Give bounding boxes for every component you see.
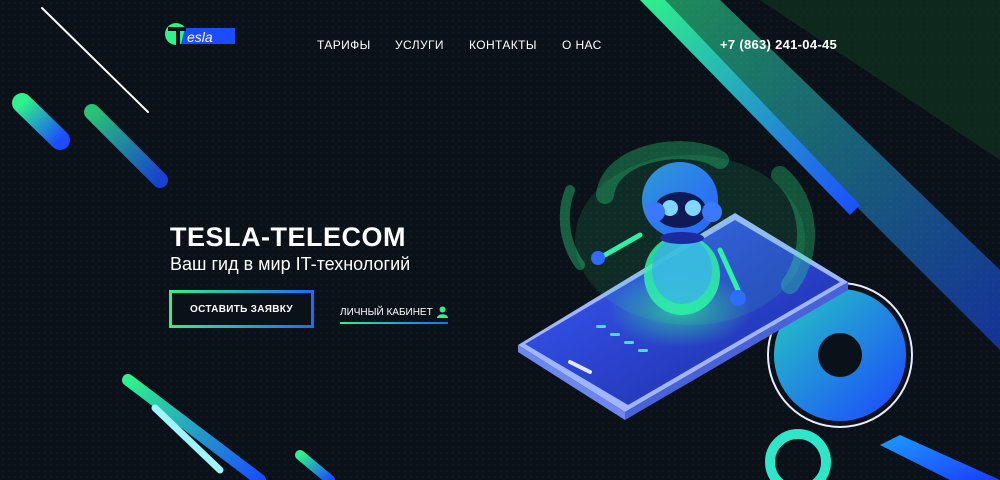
nav-item-contacts[interactable]: КОНТАКТЫ bbox=[469, 38, 537, 52]
main-nav: ТАРИФЫ УСЛУГИ КОНТАКТЫ О НАС bbox=[0, 38, 1000, 54]
user-icon bbox=[436, 306, 448, 318]
decorative-background-art bbox=[12, 0, 1000, 480]
phone-number[interactable]: +7 (863) 241-04-45 bbox=[720, 37, 837, 52]
personal-account-label: ЛИЧНЫЙ КАБИНЕТ bbox=[340, 306, 433, 318]
hero-title: TESLA-TELECOM bbox=[170, 222, 406, 252]
nav-item-tariffs[interactable]: ТАРИФЫ bbox=[317, 38, 371, 52]
nav-item-services[interactable]: УСЛУГИ bbox=[395, 38, 444, 52]
personal-account-link[interactable]: ЛИЧНЫЙ КАБИНЕТ bbox=[340, 303, 448, 324]
nav-item-about[interactable]: О НАС bbox=[562, 38, 602, 52]
leave-request-button[interactable]: ОСТАВИТЬ ЗАЯВКУ bbox=[169, 290, 314, 328]
hero-subtitle: Ваш гид в мир IT-технологий bbox=[170, 254, 411, 274]
